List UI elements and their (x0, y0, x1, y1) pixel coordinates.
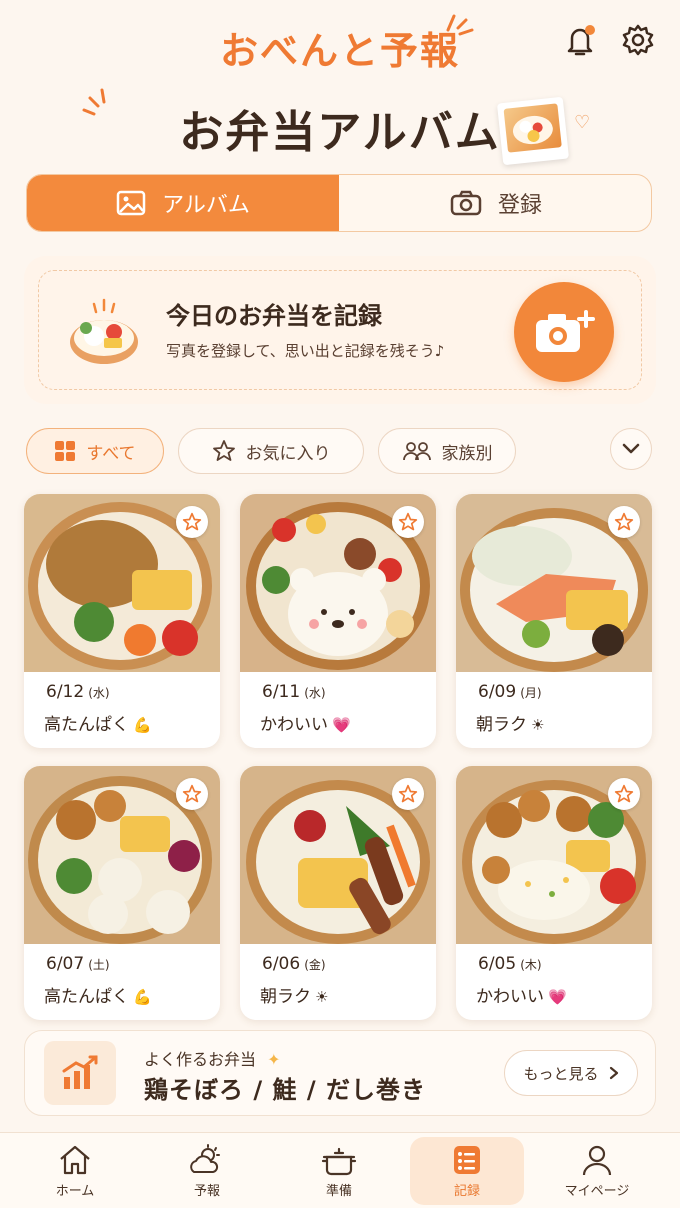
chevron-right-icon (609, 1066, 618, 1080)
card-tag: 高たんぱく 💪 (44, 987, 152, 1007)
image-icon (116, 190, 146, 216)
favorite-star-button[interactable] (392, 778, 424, 810)
star-icon (614, 784, 634, 803)
tab-register-label: 登録 (497, 193, 542, 218)
weather-icon (190, 1143, 220, 1173)
star-icon (182, 784, 202, 803)
star-icon (398, 512, 418, 531)
chevron-down-icon (622, 443, 640, 454)
filter-family-chip[interactable]: 家族別 (378, 428, 516, 474)
card-tag: 朝ラク ☀ (260, 987, 329, 1007)
home-icon (60, 1145, 90, 1174)
nav-prepare-label: 準備 (325, 1183, 352, 1199)
star-icon (182, 512, 202, 531)
filter-all-chip[interactable]: すべて (26, 428, 164, 474)
card-date: 6/07 (土) (46, 954, 110, 974)
camera-plus-icon (536, 310, 595, 352)
grid-icon (55, 441, 76, 461)
bento-photo-sticker (496, 96, 570, 166)
nav-forecast-label: 予報 (193, 1183, 220, 1199)
add-photo-button[interactable] (514, 282, 614, 382)
tab-album-label: アルバム (162, 193, 250, 218)
favorite-star-button[interactable] (176, 506, 208, 538)
album-card[interactable]: 6/11 (水) かわいい 💗 (240, 494, 436, 748)
album-card[interactable]: 6/05 (木) かわいい 💗 (456, 766, 652, 1020)
nav-home[interactable]: ホーム (18, 1137, 132, 1205)
card-tag: かわいい 💗 (476, 987, 567, 1007)
card-tag: かわいい 💗 (260, 715, 351, 735)
nav-home-label: ホーム (55, 1183, 95, 1199)
nav-mypage[interactable]: マイページ (540, 1137, 654, 1205)
star-icon (614, 512, 634, 531)
user-icon (582, 1145, 612, 1175)
bento-illustration-icon (70, 298, 138, 364)
favorite-star-button[interactable] (176, 778, 208, 810)
sparkle-icon: ✦ (267, 1050, 281, 1069)
card-date: 6/06 (金) (262, 954, 326, 974)
tab-register[interactable]: 登録 (339, 175, 651, 231)
filter-all-label: すべて (86, 443, 136, 464)
card-date: 6/11 (水) (262, 682, 326, 702)
filter-favorites-label: お気に入り (245, 443, 331, 464)
bell-icon[interactable] (560, 20, 600, 60)
family-icon (402, 442, 431, 461)
frequent-label: よく作るお弁当 ✦ (144, 1050, 281, 1069)
album-card[interactable]: 6/09 (月) 朝ラク ☀ (456, 494, 652, 748)
top-bar: おべんと予報 (0, 0, 680, 80)
favorite-star-button[interactable] (392, 506, 424, 538)
card-date: 6/12 (水) (46, 682, 110, 702)
heart-decoration: ♡ (574, 112, 591, 133)
nav-record-label: 記録 (453, 1183, 480, 1199)
star-icon (398, 784, 418, 803)
filter-favorites-chip[interactable]: お気に入り (178, 428, 364, 474)
pot-icon (321, 1147, 357, 1175)
album-card[interactable]: 6/06 (金) 朝ラク ☀ (240, 766, 436, 1020)
record-card-title: 今日のお弁当を記録 (166, 302, 382, 330)
sparkle-icon (446, 14, 474, 36)
see-more-button[interactable]: もっと見る (504, 1050, 638, 1096)
album-card[interactable]: 6/12 (水) 高たんぱく 💪 (24, 494, 220, 748)
card-tag: 朝ラク ☀ (476, 715, 545, 735)
favorite-star-button[interactable] (608, 778, 640, 810)
nav-record[interactable]: 記録 (410, 1137, 524, 1205)
nav-prepare[interactable]: 準備 (282, 1137, 396, 1205)
nav-mypage-label: マイページ (564, 1183, 630, 1199)
bottom-navigation: ホーム 予報 準備 記録 マイページ (0, 1132, 680, 1208)
see-more-label: もっと見る (523, 1064, 599, 1083)
gear-icon[interactable] (618, 20, 658, 60)
favorite-star-button[interactable] (608, 506, 640, 538)
filter-family-label: 家族別 (441, 443, 493, 464)
view-segment-control: アルバム 登録 (26, 174, 652, 232)
trend-chart-icon (44, 1041, 116, 1105)
record-icon (454, 1145, 480, 1174)
frequent-items: 鶏そぼろ / 鮭 / だし巻き (144, 1076, 426, 1104)
card-date: 6/09 (月) (478, 682, 542, 702)
star-icon (212, 440, 235, 461)
album-card[interactable]: 6/07 (土) 高たんぱく 💪 (24, 766, 220, 1020)
camera-icon (450, 190, 482, 216)
card-tag: 高たんぱく 💪 (44, 715, 152, 735)
tab-album[interactable]: アルバム (27, 175, 339, 231)
card-date: 6/05 (木) (478, 954, 542, 974)
nav-forecast[interactable]: 予報 (150, 1137, 264, 1205)
record-card-subtitle: 写真を登録して、思い出と記録を残そう♪ (166, 342, 445, 360)
filter-expand-button[interactable] (610, 428, 652, 470)
